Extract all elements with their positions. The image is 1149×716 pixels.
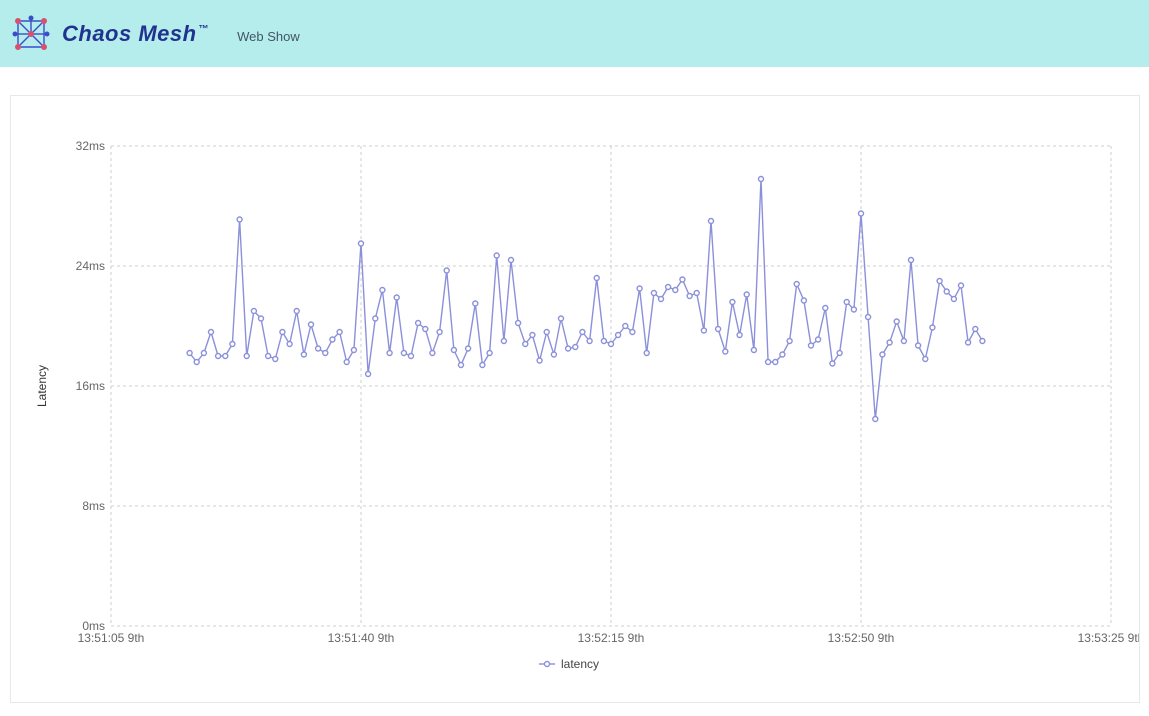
content-area: 0ms8ms16ms24ms32ms13:51:05 9th13:51:40 9… [0, 67, 1149, 713]
svg-text:16ms: 16ms [76, 379, 105, 393]
latency-chart[interactable]: 0ms8ms16ms24ms32ms13:51:05 9th13:51:40 9… [11, 96, 1139, 702]
brand-name: Chaos Mesh [62, 21, 197, 46]
svg-text:Latency: Latency [35, 365, 49, 407]
brand-wrap: Chaos Mesh™ Web Show [8, 11, 300, 57]
chart-panel: 0ms8ms16ms24ms32ms13:51:05 9th13:51:40 9… [10, 95, 1140, 703]
svg-text:latency: latency [561, 657, 599, 671]
brand-title: Chaos Mesh™ [62, 21, 209, 47]
svg-text:13:51:05 9th: 13:51:05 9th [78, 631, 145, 645]
page-subtitle: Web Show [237, 29, 300, 44]
app-header: Chaos Mesh™ Web Show [0, 0, 1149, 67]
svg-text:24ms: 24ms [76, 259, 105, 273]
svg-text:13:51:40 9th: 13:51:40 9th [328, 631, 395, 645]
svg-text:8ms: 8ms [82, 499, 105, 513]
brand-tm: ™ [199, 24, 210, 35]
svg-text:13:52:50 9th: 13:52:50 9th [828, 631, 895, 645]
svg-text:13:53:25 9th: 13:53:25 9th [1078, 631, 1139, 645]
svg-text:32ms: 32ms [76, 139, 105, 153]
chaos-mesh-logo-icon [8, 11, 54, 57]
svg-text:13:52:15 9th: 13:52:15 9th [578, 631, 645, 645]
